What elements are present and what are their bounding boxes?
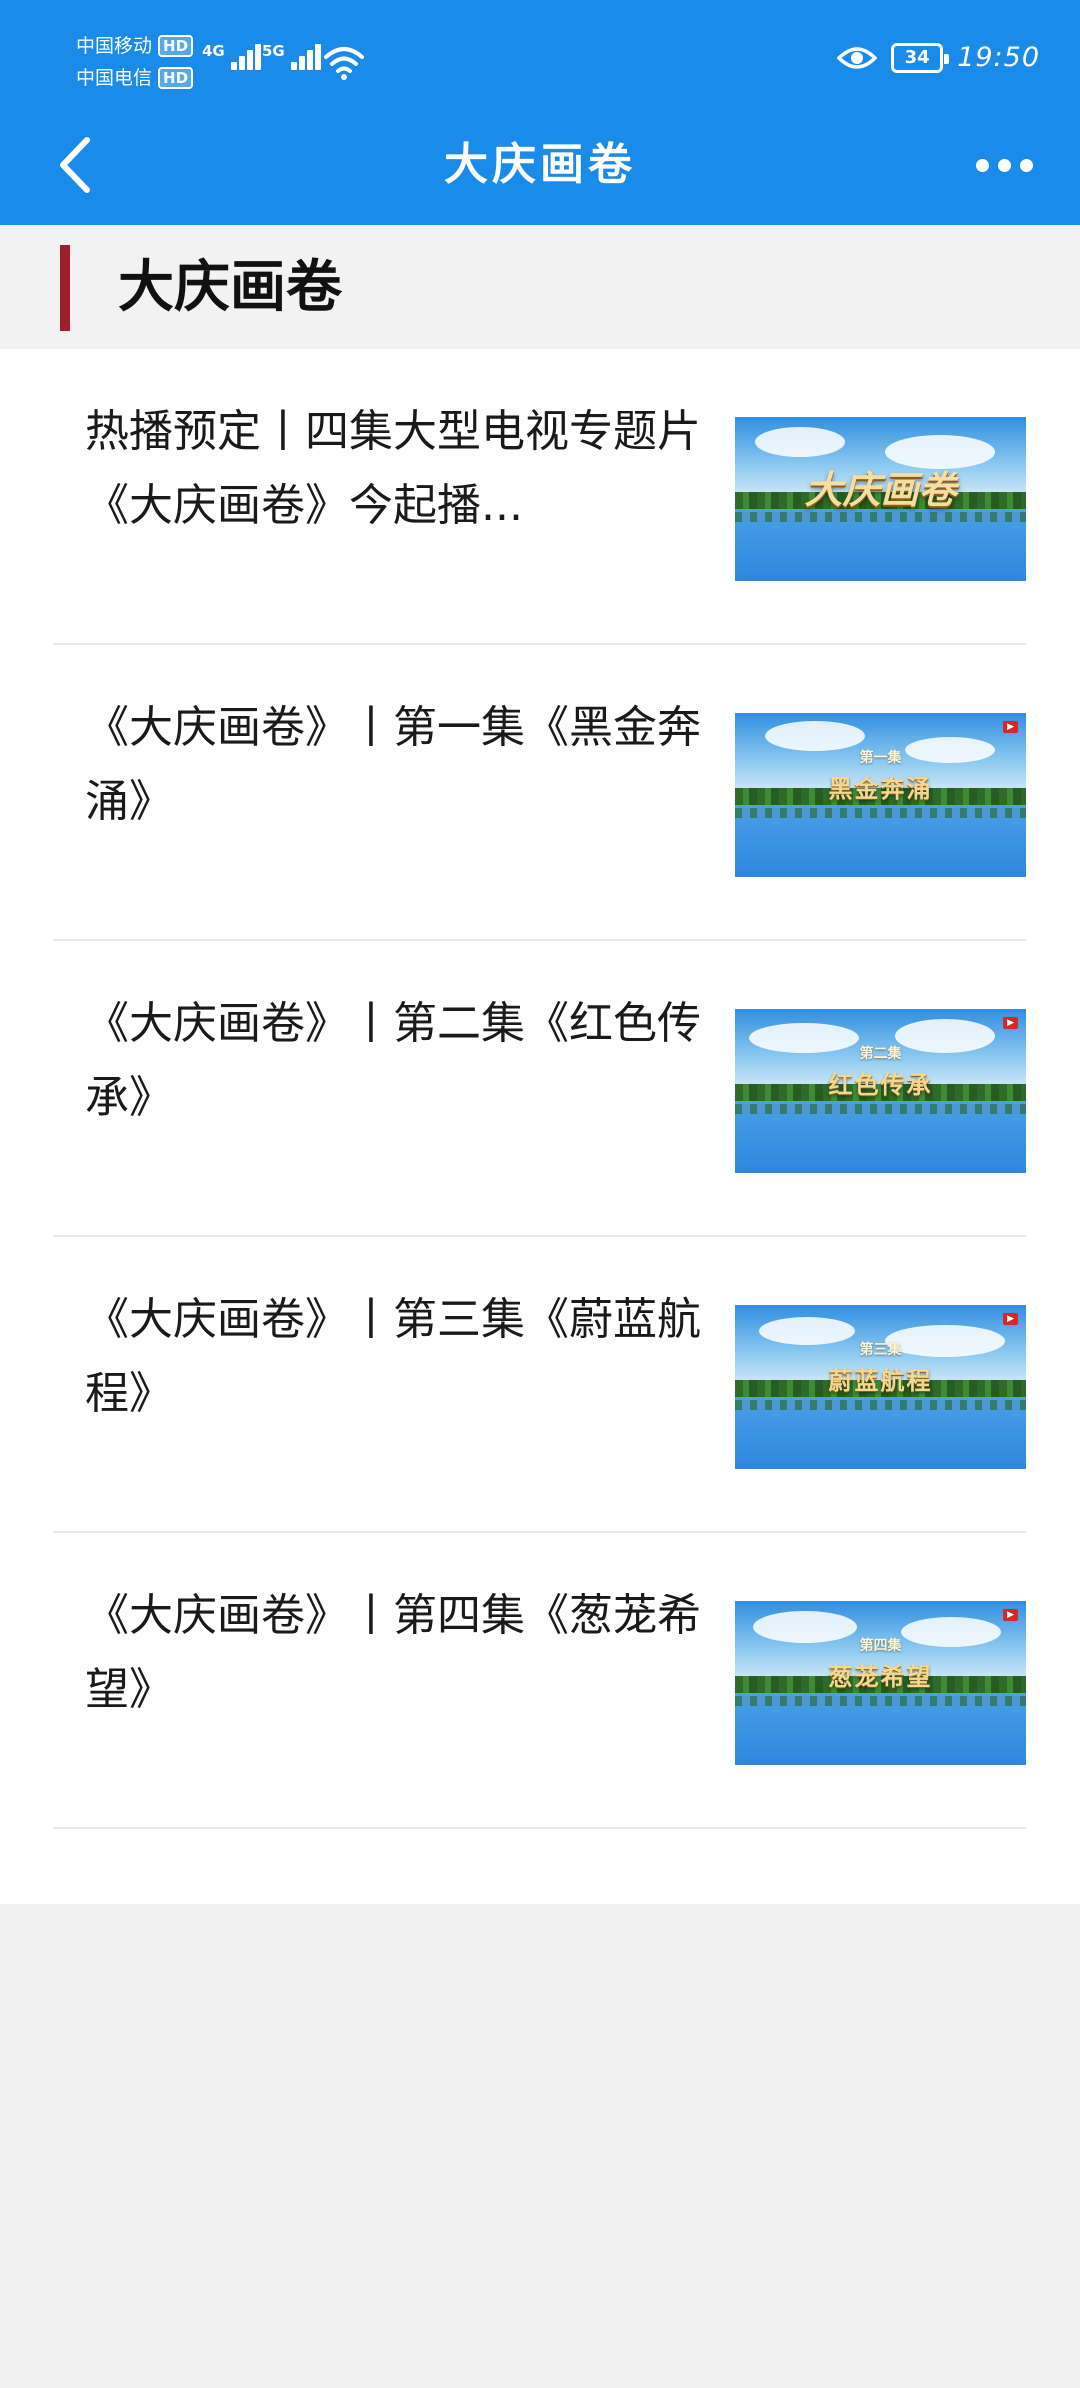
thumbnail-episode: 第四集 xyxy=(859,1638,902,1654)
carrier-2-label: 中国电信 xyxy=(76,67,153,89)
article-title: 《大庆画卷》丨第四集《葱茏希望》 xyxy=(85,1590,701,1715)
clock: 19:50 xyxy=(957,42,1040,73)
article-thumbnail: ▶ 第三集 蔚蓝航程 xyxy=(735,1305,1026,1469)
signal-5g-icon: 5G xyxy=(262,44,321,70)
article-thumbnail: ▶ 第四集 葱茏希望 xyxy=(735,1601,1026,1765)
list-item[interactable]: 《大庆画卷》丨第三集《蔚蓝航程》 ▶ 第三集 蔚蓝航程 xyxy=(53,1237,1026,1533)
article-thumbnail: 大庆画卷 xyxy=(735,417,1026,581)
signal-4g-icon: 4G xyxy=(202,44,261,70)
carrier-info: 中国移动 HD 中国电信 HD xyxy=(76,30,194,94)
article-thumbnail: ▶ 第一集 黑金奔涌 xyxy=(735,713,1026,877)
thumbnail-episode-name: 黑金奔涌 xyxy=(828,775,933,803)
article-list: 热播预定丨四集大型电视专题片《大庆画卷》今起播... 大庆画卷 《大庆画卷》丨第… xyxy=(0,349,1080,1904)
thumbnail-episode-name: 红色传承 xyxy=(828,1071,933,1099)
network-type-label: 4G xyxy=(202,42,225,60)
hd-badge: HD xyxy=(158,67,194,89)
list-item[interactable]: 《大庆画卷》丨第四集《葱茏希望》 ▶ 第四集 葱茏希望 xyxy=(53,1533,1026,1829)
section-title: 大庆画卷 xyxy=(118,255,342,320)
status-bar: 中国移动 HD 中国电信 HD 4G 5G 34 19:50 xyxy=(0,0,1080,105)
network-type-label: 5G xyxy=(262,42,285,60)
more-dots-icon xyxy=(997,158,1011,172)
header: 中国移动 HD 中国电信 HD 4G 5G 34 19:50 大庆画卷 xyxy=(0,0,1080,225)
wifi-icon xyxy=(324,47,364,80)
battery-icon: 34 xyxy=(891,42,950,73)
thumbnail-title: 大庆画卷 xyxy=(804,467,957,512)
more-dots-icon xyxy=(975,158,989,172)
channel-logo-icon: ▶ xyxy=(1003,721,1018,733)
status-right: 34 19:50 xyxy=(837,42,1040,73)
more-dots-icon xyxy=(1019,158,1033,172)
thumbnail-episode: 第一集 xyxy=(859,750,902,766)
more-button[interactable] xyxy=(966,127,1042,203)
list-item[interactable]: 《大庆画卷》丨第二集《红色传承》 ▶ 第二集 红色传承 xyxy=(53,941,1026,1237)
channel-logo-icon: ▶ xyxy=(1003,1609,1018,1621)
app-bar: 大庆画卷 xyxy=(0,105,1080,225)
thumbnail-episode-name: 葱茏希望 xyxy=(828,1663,933,1691)
page-title: 大庆画卷 xyxy=(444,139,636,190)
eye-comfort-icon xyxy=(837,46,878,69)
channel-logo-icon: ▶ xyxy=(1003,1017,1018,1029)
list-item[interactable]: 《大庆画卷》丨第一集《黑金奔涌》 ▶ 第一集 黑金奔涌 xyxy=(53,645,1026,941)
section-header: 大庆画卷 xyxy=(0,225,1080,349)
thumbnail-episode-name: 蔚蓝航程 xyxy=(828,1367,933,1395)
section-accent-bar xyxy=(60,245,70,331)
thumbnail-episode: 第三集 xyxy=(859,1342,902,1358)
article-title: 《大庆画卷》丨第二集《红色传承》 xyxy=(85,998,701,1123)
list-item[interactable]: 热播预定丨四集大型电视专题片《大庆画卷》今起播... 大庆画卷 xyxy=(53,349,1026,645)
article-title: 《大庆画卷》丨第三集《蔚蓝航程》 xyxy=(85,1294,701,1419)
thumbnail-episode: 第二集 xyxy=(859,1046,902,1062)
channel-logo-icon: ▶ xyxy=(1003,1313,1018,1325)
hd-badge: HD xyxy=(158,35,194,57)
article-thumbnail: ▶ 第二集 红色传承 xyxy=(735,1009,1026,1173)
article-title: 《大庆画卷》丨第一集《黑金奔涌》 xyxy=(85,702,701,827)
battery-level: 34 xyxy=(904,47,930,68)
carrier-1-label: 中国移动 xyxy=(76,35,153,57)
article-title: 热播预定丨四集大型电视专题片《大庆画卷》今起播... xyxy=(85,406,701,531)
